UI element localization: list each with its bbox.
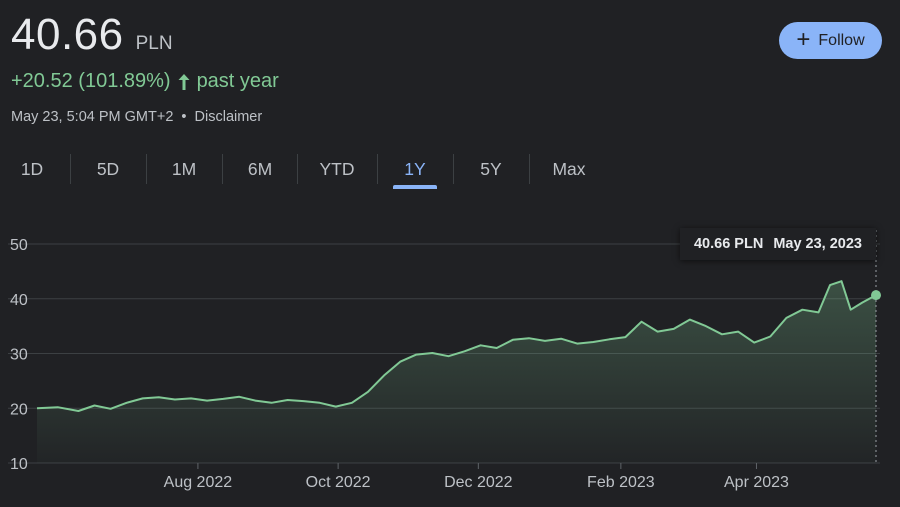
tab-5d[interactable]: 5D (84, 150, 132, 188)
y-tick-label: 50 (10, 237, 28, 254)
price-change: +20.52 (101.89%) past year (11, 70, 279, 93)
tab-divider (453, 154, 454, 184)
separator-dot: • (181, 109, 187, 125)
tooltip-value: 40.66 PLN (693, 236, 764, 252)
arrow-up-icon (178, 73, 190, 90)
price-header: 40.66 PLN (11, 10, 173, 60)
x-tick-label: Apr 2023 (724, 474, 789, 491)
plus-icon: + (796, 25, 811, 53)
tab-divider (529, 154, 530, 184)
tab-divider (377, 154, 378, 184)
tab-6m[interactable]: 6M (236, 150, 284, 188)
disclaimer-link[interactable]: Disclaimer (195, 109, 263, 125)
tab-1d[interactable]: 1D (8, 150, 56, 188)
range-tabs: 1D 5D 1M 6M YTD 1Y 5Y Max (0, 150, 620, 190)
x-tick-label: Dec 2022 (444, 474, 513, 491)
y-tick-label: 30 (10, 347, 28, 364)
x-tick-label: Aug 2022 (164, 474, 233, 491)
y-tick-label: 40 (10, 292, 28, 309)
follow-button[interactable]: + Follow (779, 22, 882, 59)
tab-5y[interactable]: 5Y (467, 150, 515, 188)
tab-divider (297, 154, 298, 184)
tab-1y[interactable]: 1Y (391, 150, 439, 188)
tab-1m[interactable]: 1M (160, 150, 208, 188)
tooltip-date: May 23, 2023 (773, 236, 862, 252)
follow-button-label: Follow (818, 31, 865, 49)
tab-divider (146, 154, 147, 184)
x-tick-label: Feb 2023 (587, 474, 655, 491)
series-area (37, 281, 876, 463)
tab-divider (222, 154, 223, 184)
change-value: +20.52 (101.89%) (11, 70, 171, 92)
y-tick-label: 20 (10, 401, 28, 418)
x-tick-label: Oct 2022 (306, 474, 371, 491)
quote-meta: May 23, 5:04 PM GMT+2 • Disclaimer (11, 109, 262, 125)
tab-divider (70, 154, 71, 184)
change-period: past year (196, 70, 279, 92)
current-price: 40.66 (11, 10, 124, 59)
hover-point (871, 290, 881, 301)
timestamp: May 23, 5:04 PM GMT+2 (11, 109, 174, 125)
tab-max[interactable]: Max (543, 150, 595, 188)
currency-label: PLN (135, 33, 173, 54)
hover-tooltip: 40.66 PLN May 23, 2023 (680, 228, 876, 260)
y-tick-label: 10 (10, 456, 28, 473)
tab-ytd[interactable]: YTD (311, 150, 363, 188)
